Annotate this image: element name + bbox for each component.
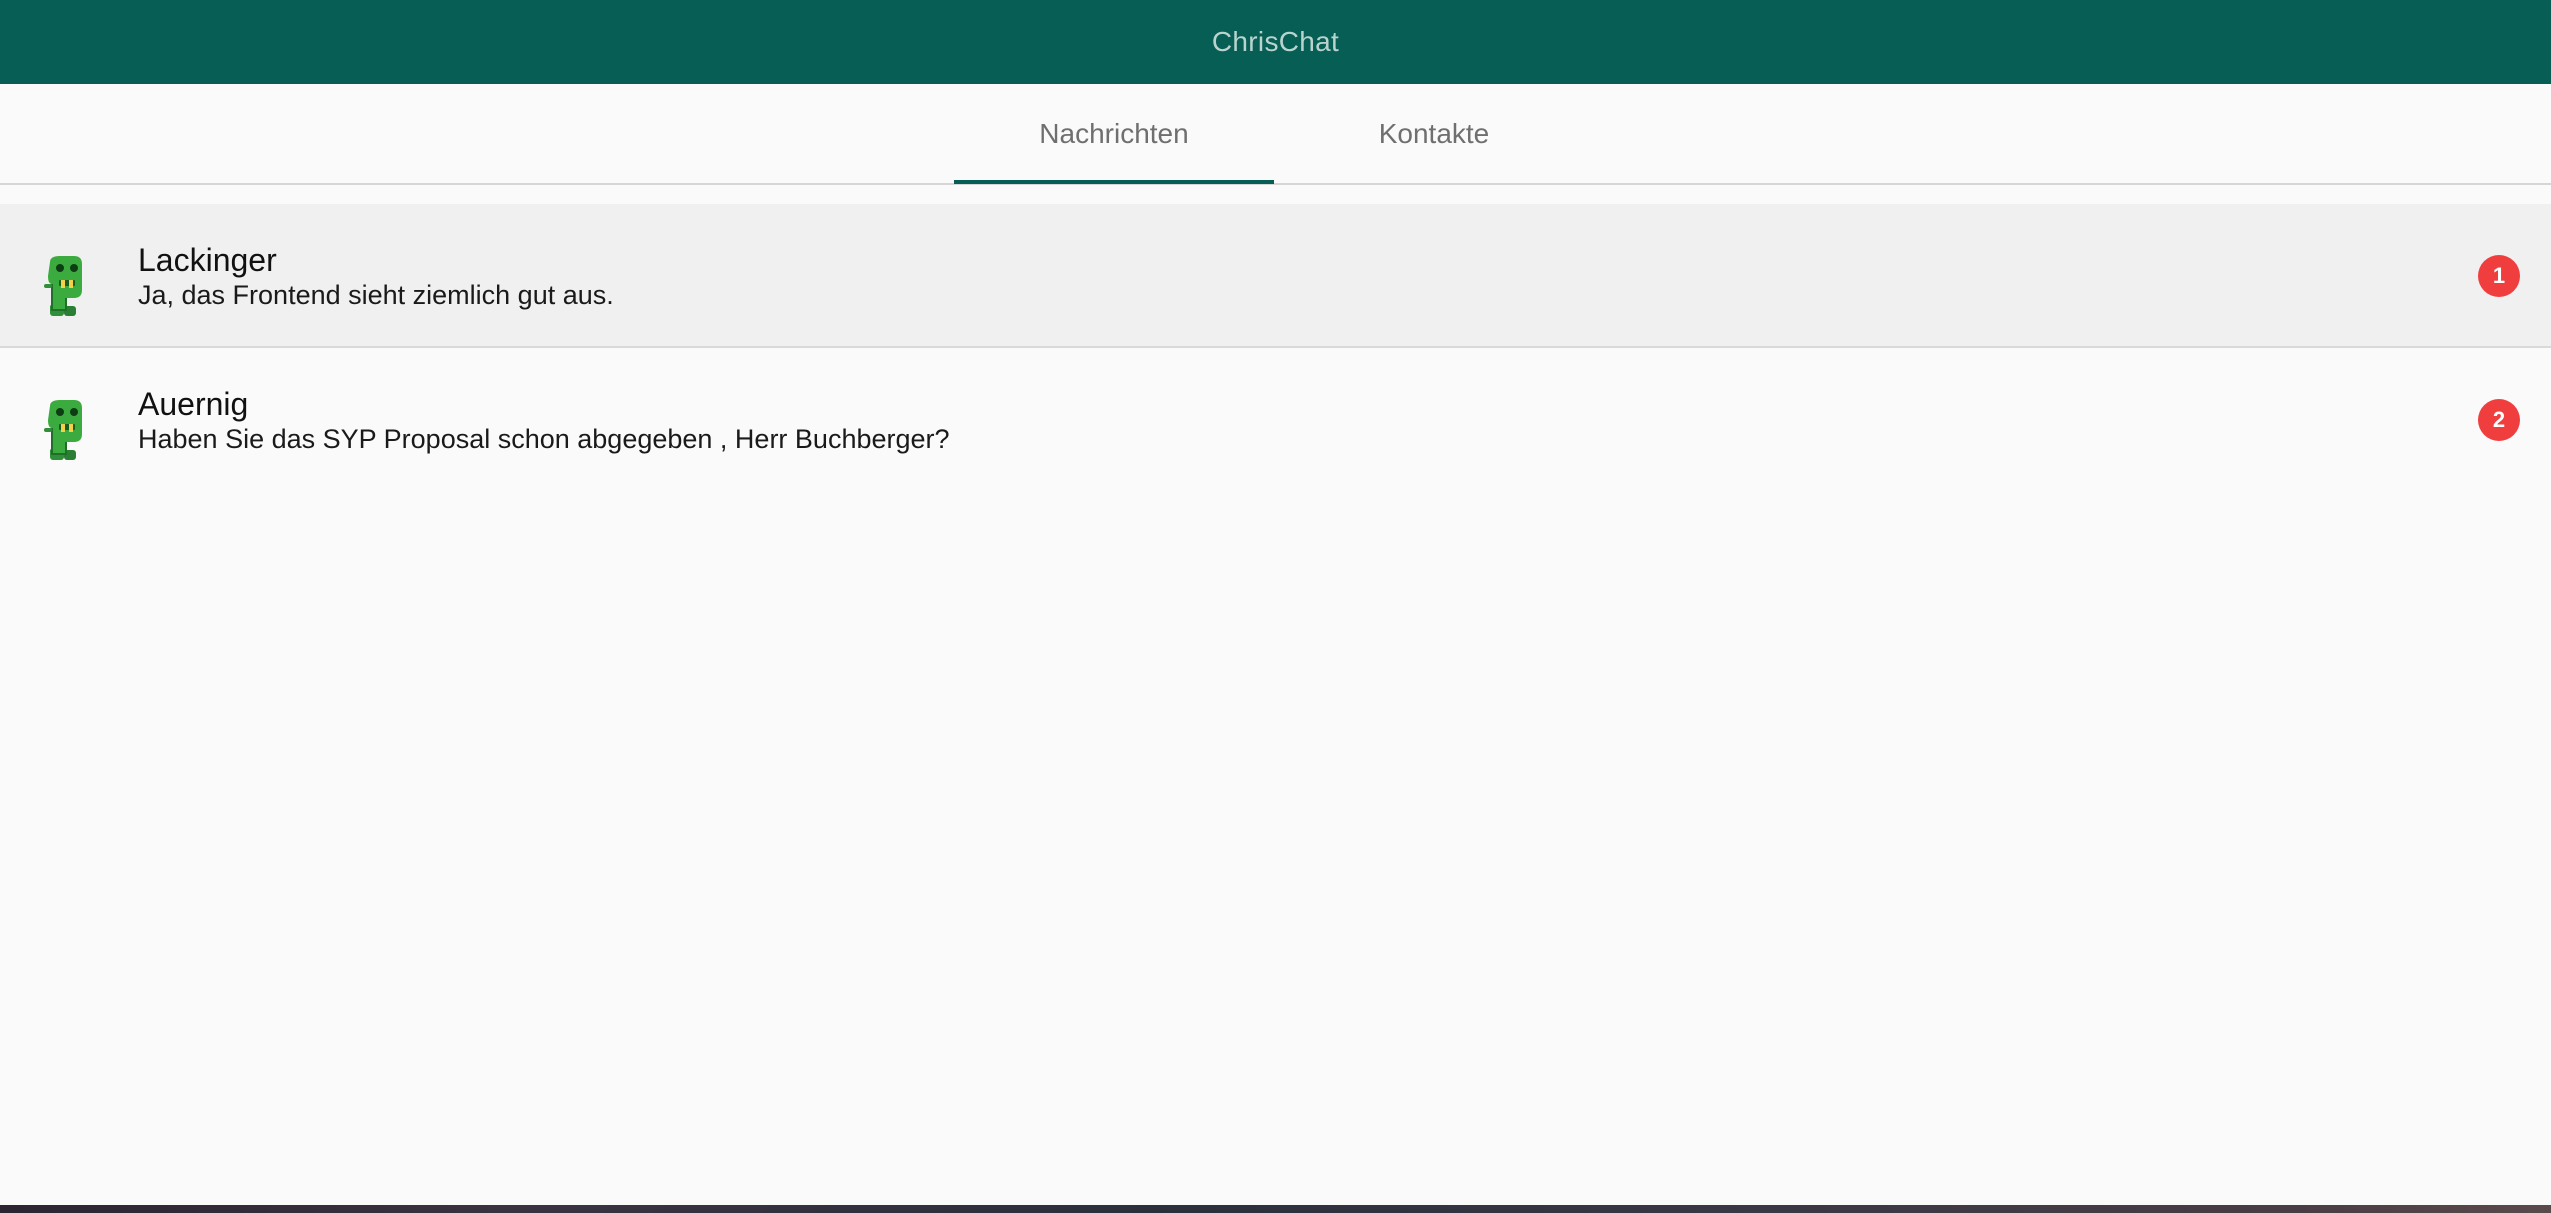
- chat-list: Lackinger Ja, das Frontend sieht ziemlic…: [0, 204, 2551, 494]
- contact-name: Lackinger: [138, 242, 277, 278]
- message-preview: Ja, das Frontend sieht ziemlich gut aus.: [138, 280, 614, 310]
- app-title: ChrisChat: [1211, 26, 1340, 57]
- tab-kontakte[interactable]: Kontakte: [1274, 84, 1594, 183]
- chat-item-lackinger[interactable]: Lackinger Ja, das Frontend sieht ziemlic…: [0, 204, 2551, 348]
- green-creature-icon: [44, 256, 82, 316]
- tab-bar: Nachrichten Kontakte: [0, 84, 2551, 185]
- desktop-background-strip: [0, 1205, 2551, 1213]
- app-window: ChrisChat Nachrichten Kontakte Lackinger…: [0, 0, 2551, 1205]
- avatar: [40, 398, 92, 462]
- green-creature-icon: [44, 400, 82, 460]
- chat-text: Auernig Haben Sie das SYP Proposal schon…: [138, 386, 950, 456]
- unread-badge: 1: [2478, 255, 2520, 297]
- avatar: [40, 254, 92, 318]
- chat-item-auernig[interactable]: Auernig Haben Sie das SYP Proposal schon…: [0, 348, 2551, 494]
- tab-nachrichten[interactable]: Nachrichten: [954, 84, 1274, 184]
- chat-text: Lackinger Ja, das Frontend sieht ziemlic…: [138, 242, 614, 312]
- unread-badge: 2: [2478, 399, 2520, 441]
- contact-name: Auernig: [138, 386, 249, 422]
- app-header: ChrisChat: [0, 0, 2551, 84]
- message-preview: Haben Sie das SYP Proposal schon abgegeb…: [138, 424, 950, 454]
